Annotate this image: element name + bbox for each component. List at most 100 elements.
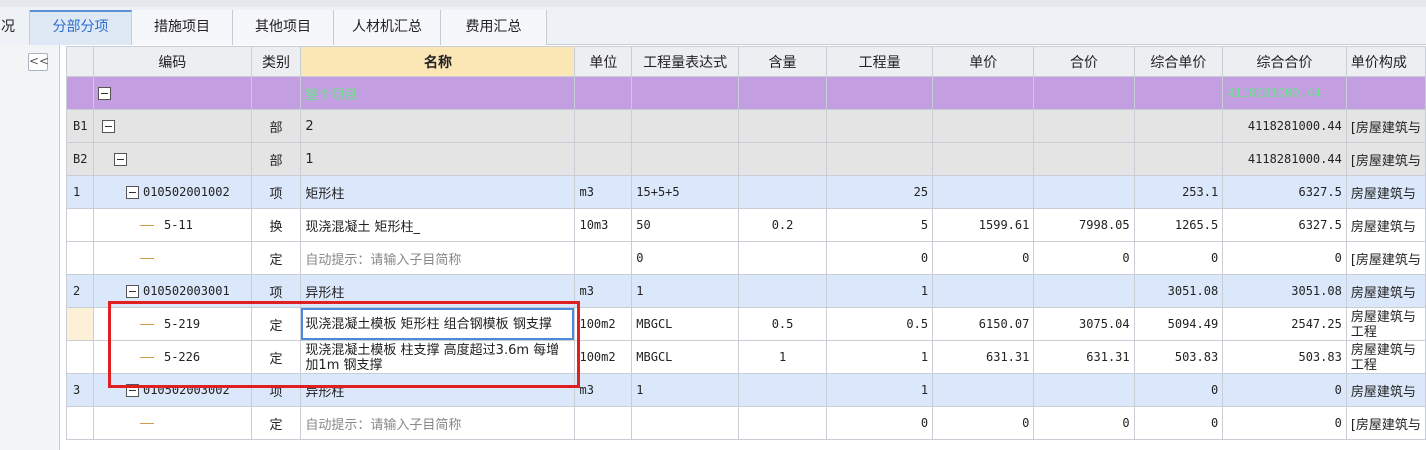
- kind-cell[interactable]: 项: [250, 373, 302, 407]
- compose-cell[interactable]: 房屋建筑与: [1345, 175, 1426, 209]
- col-qty-header[interactable]: 工程量: [826, 46, 934, 77]
- unit-total-cell[interactable]: [1133, 76, 1224, 110]
- code-cell[interactable]: 010502003002: [92, 373, 252, 407]
- unit-cell[interactable]: [574, 142, 633, 176]
- code-cell[interactable]: 010502001002: [92, 175, 252, 209]
- compose-cell[interactable]: [1345, 76, 1426, 110]
- unit-cell[interactable]: [574, 406, 633, 440]
- tab-other-items[interactable]: 其他项目: [233, 10, 334, 45]
- table-row[interactable]: 2 010502003001 项异形柱 m3 1 1 3051.08 3051.08 房屋建筑与: [66, 274, 1426, 308]
- price-cell[interactable]: 0: [932, 241, 1035, 275]
- compose-cell[interactable]: 房屋建筑与: [1345, 208, 1426, 242]
- row-index[interactable]: [66, 241, 94, 275]
- name-cell[interactable]: 现浇混凝土 矩形柱_: [300, 208, 576, 242]
- content-cell[interactable]: 0.2: [738, 208, 828, 242]
- total-cell[interactable]: 6327.5: [1222, 208, 1347, 242]
- table-row[interactable]: 定自动提示：请输入子目简称 0 0 0 0 0 0 [房屋建筑与: [66, 241, 1426, 275]
- price-cell[interactable]: [932, 76, 1035, 110]
- collapse-left-icon[interactable]: <<: [28, 53, 49, 71]
- unit-cell[interactable]: 100m2: [574, 340, 633, 374]
- expr-cell[interactable]: [631, 406, 740, 440]
- kind-cell[interactable]: 定: [250, 307, 302, 341]
- table-row[interactable]: 定自动提示：请输入子目简称 0 0 0 0 0 [房屋建筑与: [66, 406, 1426, 440]
- expr-cell[interactable]: MBGCL: [631, 307, 740, 341]
- kind-cell[interactable]: 项: [250, 274, 302, 308]
- content-cell[interactable]: [738, 241, 828, 275]
- row-index[interactable]: 1: [66, 175, 94, 209]
- collapse-icon[interactable]: [125, 185, 139, 199]
- qty-cell[interactable]: [826, 109, 934, 143]
- col-unit-header[interactable]: 单位: [574, 46, 633, 77]
- total-cell[interactable]: 4118281000.44: [1222, 76, 1347, 110]
- kind-cell[interactable]: 部: [250, 109, 302, 143]
- row-index[interactable]: [66, 340, 94, 374]
- expr-cell[interactable]: [631, 76, 740, 110]
- name-cell[interactable]: 矩形柱: [300, 175, 576, 209]
- unit-total-cell[interactable]: 0: [1133, 406, 1224, 440]
- table-row[interactable]: B1 部 2 4118281000.44 [房屋建筑与: [66, 109, 1426, 143]
- name-cell[interactable]: 现浇混凝土模板 柱支撑 高度超过3.6m 每增加1m 钢支撑: [300, 340, 576, 374]
- collapse-icon[interactable]: [97, 86, 111, 100]
- name-cell[interactable]: 自动提示：请输入子目简称: [300, 406, 576, 440]
- expr-cell[interactable]: 1: [631, 373, 740, 407]
- sum-cell[interactable]: [1033, 175, 1135, 209]
- sum-cell[interactable]: [1033, 109, 1135, 143]
- table-row[interactable]: 1 010502001002 项矩形柱 m3 15+5+5 25 253.1 6327.5 房屋…: [66, 175, 1426, 209]
- sum-cell[interactable]: [1033, 142, 1135, 176]
- sum-cell[interactable]: 0: [1033, 406, 1135, 440]
- price-cell[interactable]: [932, 274, 1035, 308]
- row-index[interactable]: [66, 76, 94, 110]
- content-cell[interactable]: [738, 76, 828, 110]
- code-cell[interactable]: [92, 142, 252, 176]
- compose-cell[interactable]: [房屋建筑与: [1345, 109, 1426, 143]
- total-cell[interactable]: 0: [1222, 241, 1347, 275]
- col-name-header[interactable]: 名称: [300, 46, 576, 77]
- name-cell[interactable]: 异形柱: [300, 274, 576, 308]
- compose-cell[interactable]: 房屋建筑与工程: [1345, 340, 1426, 374]
- name-cell[interactable]: 2: [300, 109, 576, 143]
- qty-cell[interactable]: 5: [826, 208, 934, 242]
- col-price-header[interactable]: 单价: [932, 46, 1035, 77]
- kind-cell[interactable]: 定: [250, 340, 302, 374]
- qty-cell[interactable]: 25: [826, 175, 934, 209]
- compose-cell[interactable]: [房屋建筑与: [1345, 142, 1426, 176]
- collapse-icon[interactable]: [125, 284, 139, 298]
- name-cell[interactable]: 1: [300, 142, 576, 176]
- expr-cell[interactable]: [631, 142, 740, 176]
- tab-overview[interactable]: 况: [0, 10, 30, 45]
- row-index[interactable]: 3: [66, 373, 94, 407]
- unit-cell[interactable]: [574, 109, 633, 143]
- unit-total-cell[interactable]: 0: [1133, 373, 1224, 407]
- price-cell[interactable]: [932, 373, 1035, 407]
- total-cell[interactable]: 0: [1222, 373, 1347, 407]
- total-cell[interactable]: 6327.5: [1222, 175, 1347, 209]
- col-code-header[interactable]: 编码: [92, 46, 252, 77]
- sum-cell[interactable]: 631.31: [1033, 340, 1135, 374]
- total-cell[interactable]: 2547.25: [1222, 307, 1347, 341]
- qty-cell[interactable]: 0.5: [826, 307, 934, 341]
- content-cell[interactable]: 1: [738, 340, 828, 374]
- unit-cell[interactable]: 100m2: [574, 307, 633, 341]
- unit-total-cell[interactable]: 0: [1133, 241, 1224, 275]
- unit-cell[interactable]: 10m3: [574, 208, 633, 242]
- col-expr-header[interactable]: 工程量表达式: [631, 46, 740, 77]
- content-cell[interactable]: 0.5: [738, 307, 828, 341]
- price-cell[interactable]: 6150.07: [932, 307, 1035, 341]
- compose-cell[interactable]: 房屋建筑与: [1345, 373, 1426, 407]
- table-row[interactable]: B2 部 1 4118281000.44 [房屋建筑与: [66, 142, 1426, 176]
- qty-cell[interactable]: 1: [826, 340, 934, 374]
- kind-cell[interactable]: 项: [250, 175, 302, 209]
- expr-cell[interactable]: 0: [631, 241, 740, 275]
- code-cell[interactable]: 5-11: [92, 208, 252, 242]
- price-cell[interactable]: 1599.61: [932, 208, 1035, 242]
- unit-total-cell[interactable]: 503.83: [1133, 340, 1224, 374]
- row-index[interactable]: B2: [66, 142, 94, 176]
- price-cell[interactable]: [932, 109, 1035, 143]
- sum-cell[interactable]: [1033, 76, 1135, 110]
- table-row[interactable]: 3 010502003002 项异形柱 m3 1 1 0 0 房屋建筑与: [66, 373, 1426, 407]
- kind-cell[interactable]: 换: [250, 208, 302, 242]
- col-content-header[interactable]: 含量: [738, 46, 828, 77]
- compose-cell[interactable]: [房屋建筑与: [1345, 406, 1426, 440]
- price-cell[interactable]: [932, 142, 1035, 176]
- compose-cell[interactable]: 房屋建筑与工程: [1345, 307, 1426, 341]
